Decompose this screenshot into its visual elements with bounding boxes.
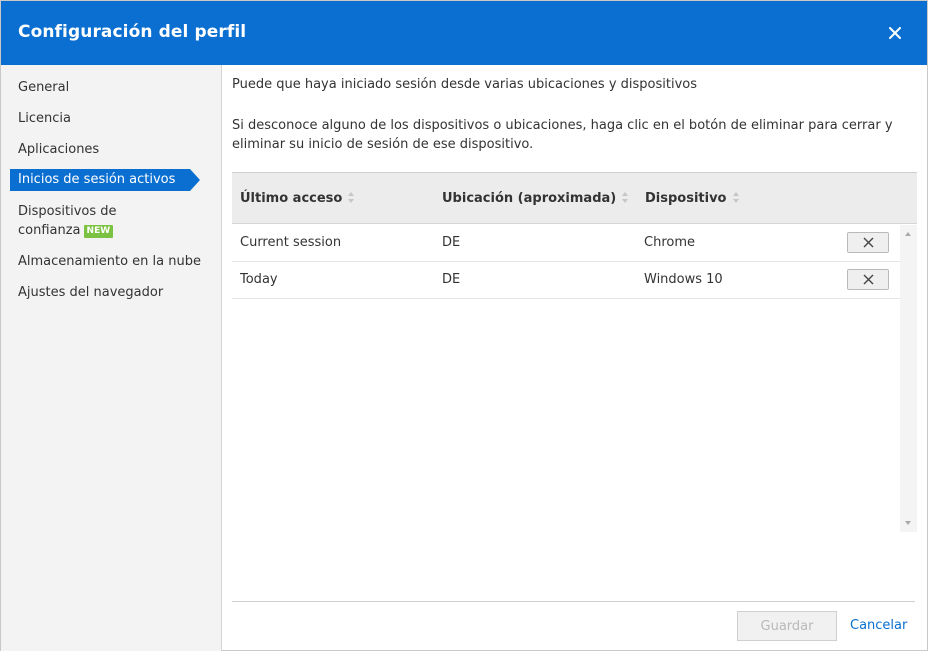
scroll-down-arrow-icon[interactable]: [905, 521, 911, 525]
table-row: Current session DE Chrome: [232, 225, 900, 262]
explanation-text: Si desconoce alguno de los dispositivos …: [232, 118, 893, 152]
sidebar-item-applications[interactable]: Aplicaciones: [18, 140, 99, 159]
active-sessions-table: Último acceso Ubicación (aproximada) Dis…: [232, 172, 917, 532]
sidebar-item-trusted-devices-label-line1: Dispositivos de: [18, 204, 117, 219]
sidebar-item-trusted-devices-label-line2: confianza: [18, 223, 81, 238]
delete-session-button[interactable]: [847, 269, 889, 290]
dialog-title: Configuración del perfil: [18, 22, 247, 42]
table-body: Current session DE Chrome Today DE Windo…: [232, 225, 917, 532]
column-header-location[interactable]: Ubicación (aproximada): [442, 191, 629, 206]
table-header: Último acceso Ubicación (aproximada) Dis…: [232, 173, 917, 224]
settings-sidebar: General Licencia Aplicaciones Inicios de…: [1, 65, 222, 651]
delete-session-button[interactable]: [847, 232, 889, 253]
sidebar-item-general[interactable]: General: [18, 78, 69, 97]
table-row: Today DE Windows 10: [232, 262, 900, 299]
close-icon: [863, 237, 873, 248]
sort-icon: [348, 191, 355, 204]
close-icon: [889, 27, 901, 39]
sidebar-item-browser-settings[interactable]: Ajustes del navegador: [18, 283, 163, 302]
sort-icon: [732, 191, 739, 204]
footer-divider: [232, 601, 915, 602]
close-button[interactable]: [883, 21, 907, 45]
cell-device: Windows 10: [644, 272, 723, 287]
column-header-location-label: Ubicación (aproximada): [442, 191, 617, 206]
cancel-button[interactable]: Cancelar: [850, 618, 907, 633]
profile-settings-dialog: Configuración del perfil General Licenci…: [0, 0, 928, 651]
sidebar-item-trusted-devices[interactable]: Dispositivos de confianza NEW: [18, 202, 117, 240]
cell-location: DE: [442, 272, 461, 287]
table-scrollbar[interactable]: [900, 225, 917, 532]
close-icon: [863, 274, 873, 285]
column-header-device[interactable]: Dispositivo: [645, 191, 739, 206]
cell-device: Chrome: [644, 235, 695, 250]
sidebar-item-active-logins[interactable]: Inicios de sesión activos: [10, 169, 200, 191]
new-badge: NEW: [83, 225, 114, 238]
sort-icon: [622, 191, 629, 204]
intro-text: Puede que haya iniciado sesión desde var…: [232, 77, 698, 92]
dialog-header: Configuración del perfil: [1, 1, 927, 65]
column-header-device-label: Dispositivo: [645, 191, 727, 206]
cell-last-access: Today: [240, 272, 278, 287]
save-button[interactable]: Guardar: [737, 611, 837, 641]
cell-location: DE: [442, 235, 461, 250]
sidebar-item-license[interactable]: Licencia: [18, 109, 71, 128]
main-content: Puede que haya iniciado sesión desde var…: [222, 65, 927, 651]
scroll-up-arrow-icon[interactable]: [905, 232, 911, 236]
column-header-last-access-label: Último acceso: [240, 191, 343, 206]
column-header-last-access[interactable]: Último acceso: [240, 191, 355, 206]
sidebar-item-cloud-storage[interactable]: Almacenamiento en la nube: [18, 252, 201, 271]
cell-last-access: Current session: [240, 235, 342, 250]
